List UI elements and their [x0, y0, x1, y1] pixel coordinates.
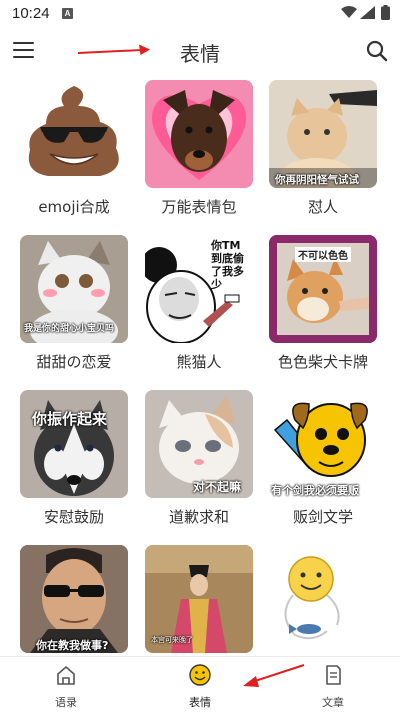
cartoon-dog-sword-thumbnail: 有个剑我必须要贩 [269, 390, 377, 498]
tab-label: 语录 [55, 696, 77, 709]
wifi-icon [341, 6, 357, 18]
bottom-navigation: 语录 表情 文章 [0, 656, 400, 712]
app-header: 表情 [0, 28, 400, 74]
sticker-category-label: 贩剑文学 [292, 508, 353, 526]
sticker-caption: 你振作起来 [32, 410, 108, 428]
home-icon [57, 666, 75, 685]
document-icon [326, 665, 341, 685]
sad-kitten-thumbnail: 对不起嘛 [145, 390, 253, 498]
white-cat-thumbnail: 我是你的甜心小宝贝吗 [20, 235, 128, 343]
sticker-caption: 你TM到底偷了我多少 [211, 239, 244, 291]
doberman-heart-thumbnail [145, 80, 253, 188]
smiley-fish-icon [284, 556, 340, 640]
panda-man-thumbnail: 你TM到底偷了我多少 [145, 235, 253, 343]
sticker-category-label: 道歉求和 [168, 508, 229, 526]
annotation-arrow-icon [77, 44, 150, 55]
heart-background-icon [151, 90, 247, 180]
status-time: 10:24 [12, 5, 50, 22]
sticker-category-label: 甜甜の恋爱 [36, 353, 112, 371]
sticker-category-label: 色色柴犬卡牌 [277, 353, 368, 371]
sticker-caption: 本宫可来晚了 [151, 636, 193, 644]
sticker-category-label: 安慰鼓励 [43, 508, 104, 526]
page-title: 表情 [180, 42, 220, 66]
sticker-category-label: 熊猫人 [176, 353, 222, 371]
sticker-caption: 有个剑我必须要贩 [271, 484, 359, 497]
sticker-caption: 你再阴阳怪气试试 [275, 174, 359, 186]
husky-dog-icon [20, 390, 128, 498]
palace-drama-thumbnail: 本宫可来晚了 [145, 545, 253, 653]
sticker-category-label: 怼人 [307, 198, 338, 216]
sticker-caption: 我是你的甜心小宝贝吗 [24, 324, 115, 334]
smiley-icon [189, 664, 211, 686]
battery-icon [381, 5, 390, 20]
poop-emoji-icon [28, 86, 119, 176]
signal-icon [360, 6, 375, 19]
sticker-caption: 你在教我做事? [36, 639, 109, 652]
husky-thumbnail: 你振作起来 [20, 390, 128, 498]
tab-label: 文章 [322, 696, 344, 709]
sim-indicator-icon: A [62, 8, 73, 19]
cat-gun-thumbnail: 你再阴阳怪气试试 [269, 80, 377, 188]
smiley-fish-thumbnail [269, 545, 377, 653]
sticker-caption: 不可以色色 [295, 247, 351, 262]
sticker-grid: emoji合成 万能表情包 你再阴阳怪气试试 怼人 我是你的甜心小宝贝吗 甜甜の… [0, 74, 400, 654]
shiba-card-thumbnail: 不可以色色 [269, 235, 377, 343]
tab-stickers[interactable]: 表情 [160, 657, 240, 712]
man-sunglasses-thumbnail: 你在教我做事? [20, 545, 128, 653]
annotation-arrow-icon [243, 664, 305, 687]
sticker-category-label: 万能表情包 [161, 198, 237, 216]
sticker-category-label: emoji合成 [38, 198, 110, 216]
status-bar: 10:24 A [0, 0, 400, 28]
tab-quotes[interactable]: 语录 [26, 657, 106, 712]
search-icon[interactable] [366, 40, 388, 62]
sticker-caption: 对不起嘛 [193, 480, 242, 494]
poop-emoji-thumbnail [20, 80, 128, 188]
tab-label: 表情 [189, 696, 211, 709]
